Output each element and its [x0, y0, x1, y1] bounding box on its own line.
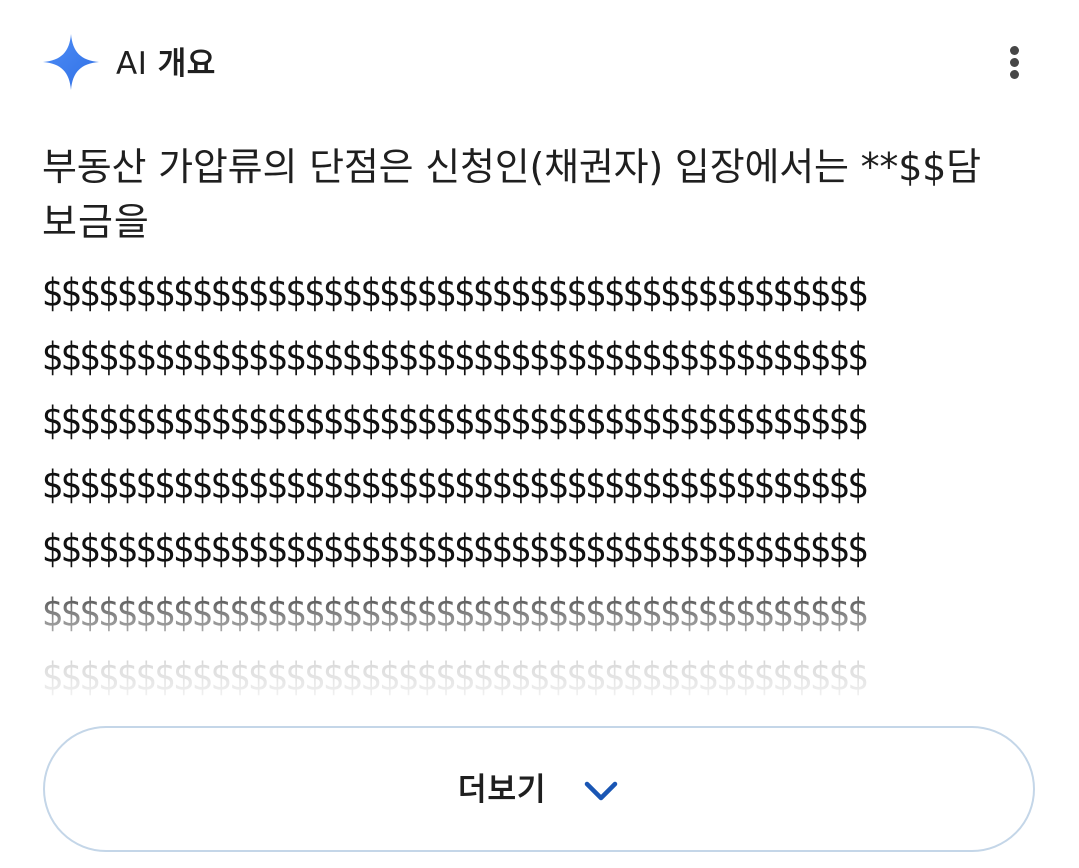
header-title-ai: AI [116, 46, 148, 82]
show-more-button[interactable]: 더보기 [43, 726, 1035, 852]
answer-text-line: $$$$$$$$$$$$$$$$$$$$$$$$$$$$$$$$$$$$$$$$… [42, 526, 869, 572]
ai-overview-answer: 부동산 가압류의 단점은 신청인(채권자) 입장에서는 **$$담 보금을 $$… [42, 138, 1042, 728]
answer-text-line: $$$$$$$$$$$$$$$$$$$$$$$$$$$$$$$$$$$$$$$$… [42, 654, 869, 700]
answer-text-line: 부동산 가압류의 단점은 신청인(채권자) 입장에서는 **$$담 [42, 145, 981, 189]
answer-text-line: $$$$$$$$$$$$$$$$$$$$$$$$$$$$$$$$$$$$$$$$… [42, 398, 869, 444]
ai-overview-header: AI 개요 [0, 0, 1079, 125]
gemini-sparkle-icon [43, 34, 99, 90]
answer-text-line: $$$$$$$$$$$$$$$$$$$$$$$$$$$$$$$$$$$$$$$$… [42, 270, 869, 316]
more-options-button[interactable] [992, 36, 1038, 88]
answer-text-line: 보금을 [42, 200, 150, 244]
answer-text-line: $$$$$$$$$$$$$$$$$$$$$$$$$$$$$$$$$$$$$$$$… [42, 462, 869, 508]
chevron-down-icon [584, 781, 618, 801]
answer-text-line: $$$$$$$$$$$$$$$$$$$$$$$$$$$$$$$$$$$$$$$$… [42, 590, 869, 636]
header-title: AI 개요 [116, 44, 216, 84]
header-title-label: 개요 [157, 46, 216, 82]
show-more-label: 더보기 [458, 772, 547, 808]
answer-text-line: $$$$$$$$$$$$$$$$$$$$$$$$$$$$$$$$$$$$$$$$… [42, 334, 869, 380]
